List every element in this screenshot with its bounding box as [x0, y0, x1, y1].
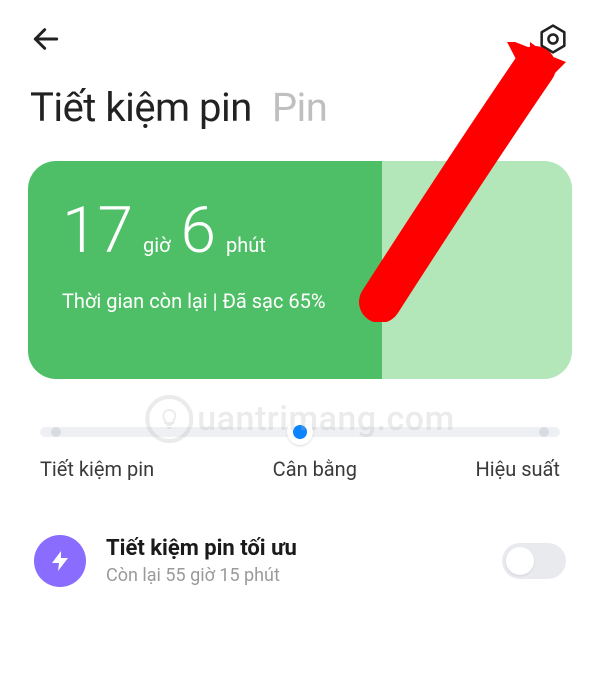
slider-label-saver: Tiết kiệm pin: [40, 457, 154, 481]
hours-value: 17: [62, 199, 133, 263]
optimal-subtitle: Còn lại 55 giờ 15 phút: [106, 565, 482, 586]
minutes-value: 6: [181, 199, 217, 263]
slider-track[interactable]: [40, 427, 560, 437]
minutes-unit: phút: [226, 233, 266, 257]
slider-label-balanced: Cân bằng: [273, 457, 357, 481]
tab-bar: Tiết kiệm pin Pin: [0, 66, 600, 161]
back-button[interactable]: [30, 23, 62, 55]
slider-thumb[interactable]: [287, 419, 313, 445]
time-remaining: 17 giờ 6 phút: [62, 199, 538, 263]
optimal-toggle[interactable]: [502, 543, 566, 579]
mode-slider[interactable]: Tiết kiệm pin Cân bằng Hiệu suất: [40, 427, 560, 481]
slider-tick-right: [539, 427, 549, 437]
slider-label-performance: Hiệu suất: [475, 457, 560, 481]
bolt-icon: [34, 535, 86, 587]
toggle-knob: [506, 547, 534, 575]
settings-button[interactable]: [536, 22, 570, 56]
battery-status: Thời gian còn lại | Đã sạc 65%: [62, 289, 538, 313]
hours-unit: giờ: [143, 233, 171, 257]
slider-tick-left: [51, 427, 61, 437]
battery-card: 17 giờ 6 phút Thời gian còn lại | Đã sạc…: [28, 161, 572, 379]
optimal-title: Tiết kiệm pin tối ưu: [106, 536, 482, 561]
tab-battery-saver[interactable]: Tiết kiệm pin: [30, 84, 252, 131]
optimal-saver-row[interactable]: Tiết kiệm pin tối ưu Còn lại 55 giờ 15 p…: [34, 535, 566, 587]
tab-battery[interactable]: Pin: [272, 84, 328, 131]
